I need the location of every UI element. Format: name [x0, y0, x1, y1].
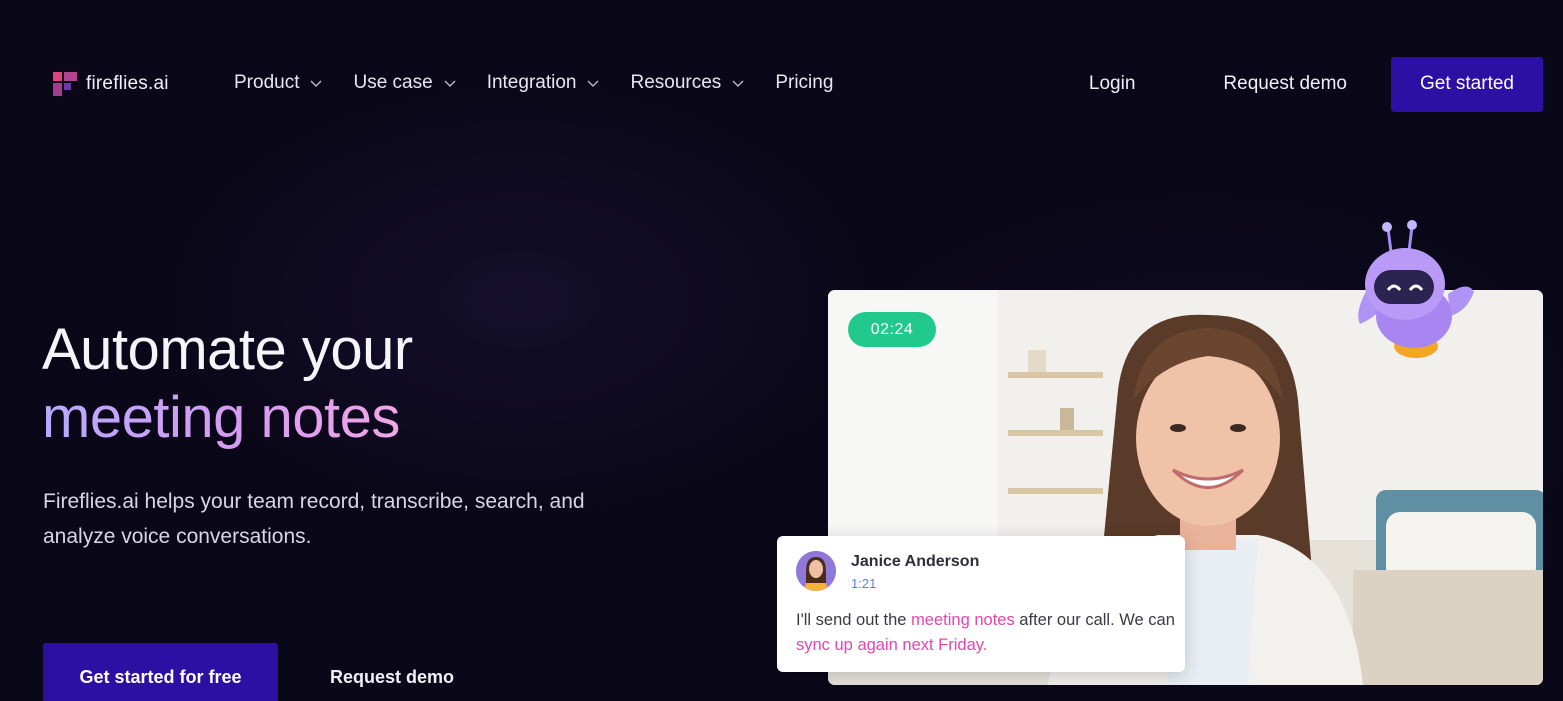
chevron-down-icon: [444, 80, 456, 87]
speaker-avatar-icon: [796, 551, 836, 591]
menu-item-label: Resources: [630, 72, 722, 93]
request-demo-link[interactable]: Request demo: [1223, 73, 1347, 95]
nav-actions: Login Request demo Get started: [1089, 56, 1543, 112]
get-started-free-button[interactable]: Get started for free: [43, 643, 278, 701]
transcript-highlight: sync up again next Friday.: [796, 636, 988, 654]
transcript-highlight: meeting notes: [911, 611, 1015, 629]
brand-logo[interactable]: fireflies.ai: [52, 71, 169, 97]
fireflies-logo-icon: [53, 72, 77, 96]
brand-name: fireflies.ai: [86, 73, 169, 94]
chevron-down-icon: [587, 80, 599, 87]
menu-item-label: Product: [234, 72, 300, 93]
menu-item-integration[interactable]: Integration: [487, 72, 601, 94]
menu-item-pricing[interactable]: Pricing: [775, 72, 833, 94]
hero-title: Automate your meeting notes: [42, 316, 413, 452]
login-link[interactable]: Login: [1089, 73, 1136, 95]
menu-item-product[interactable]: Product: [234, 72, 323, 94]
menu-item-resources[interactable]: Resources: [630, 72, 745, 94]
fireflies-robot-icon: [1358, 220, 1474, 358]
get-started-button[interactable]: Get started: [1391, 56, 1543, 112]
transcript-card: Janice Anderson 1:21 I'll send out the m…: [777, 536, 1185, 672]
top-navigation: fireflies.ai Product Use case Integratio…: [0, 56, 1563, 112]
chevron-down-icon: [310, 80, 322, 87]
menu-item-label: Use case: [353, 72, 433, 93]
speaker-name: Janice Anderson: [851, 553, 980, 570]
request-demo-button[interactable]: Request demo: [330, 667, 454, 688]
speaker-timestamp: 1:21: [851, 576, 877, 591]
avatar: [796, 551, 836, 591]
hero-subtitle: Fireflies.ai helps your team record, tra…: [43, 490, 585, 548]
chevron-down-icon: [732, 80, 744, 87]
transcript-text-part: I'll send out the: [796, 611, 912, 629]
menu-item-label: Pricing: [775, 72, 834, 93]
transcript-text: I'll send out the meeting notes after ou…: [796, 608, 1176, 658]
main-menu: Product Use case Integration Resources P…: [234, 72, 863, 94]
hero-title-accent: meeting notes: [42, 384, 413, 452]
menu-item-label: Integration: [486, 72, 577, 93]
transcript-text-part: after our call. We can: [1014, 611, 1175, 629]
recording-timer: 02:24: [848, 312, 936, 347]
menu-item-use-case[interactable]: Use case: [353, 72, 456, 94]
hero-title-line1: Automate your: [42, 317, 413, 382]
